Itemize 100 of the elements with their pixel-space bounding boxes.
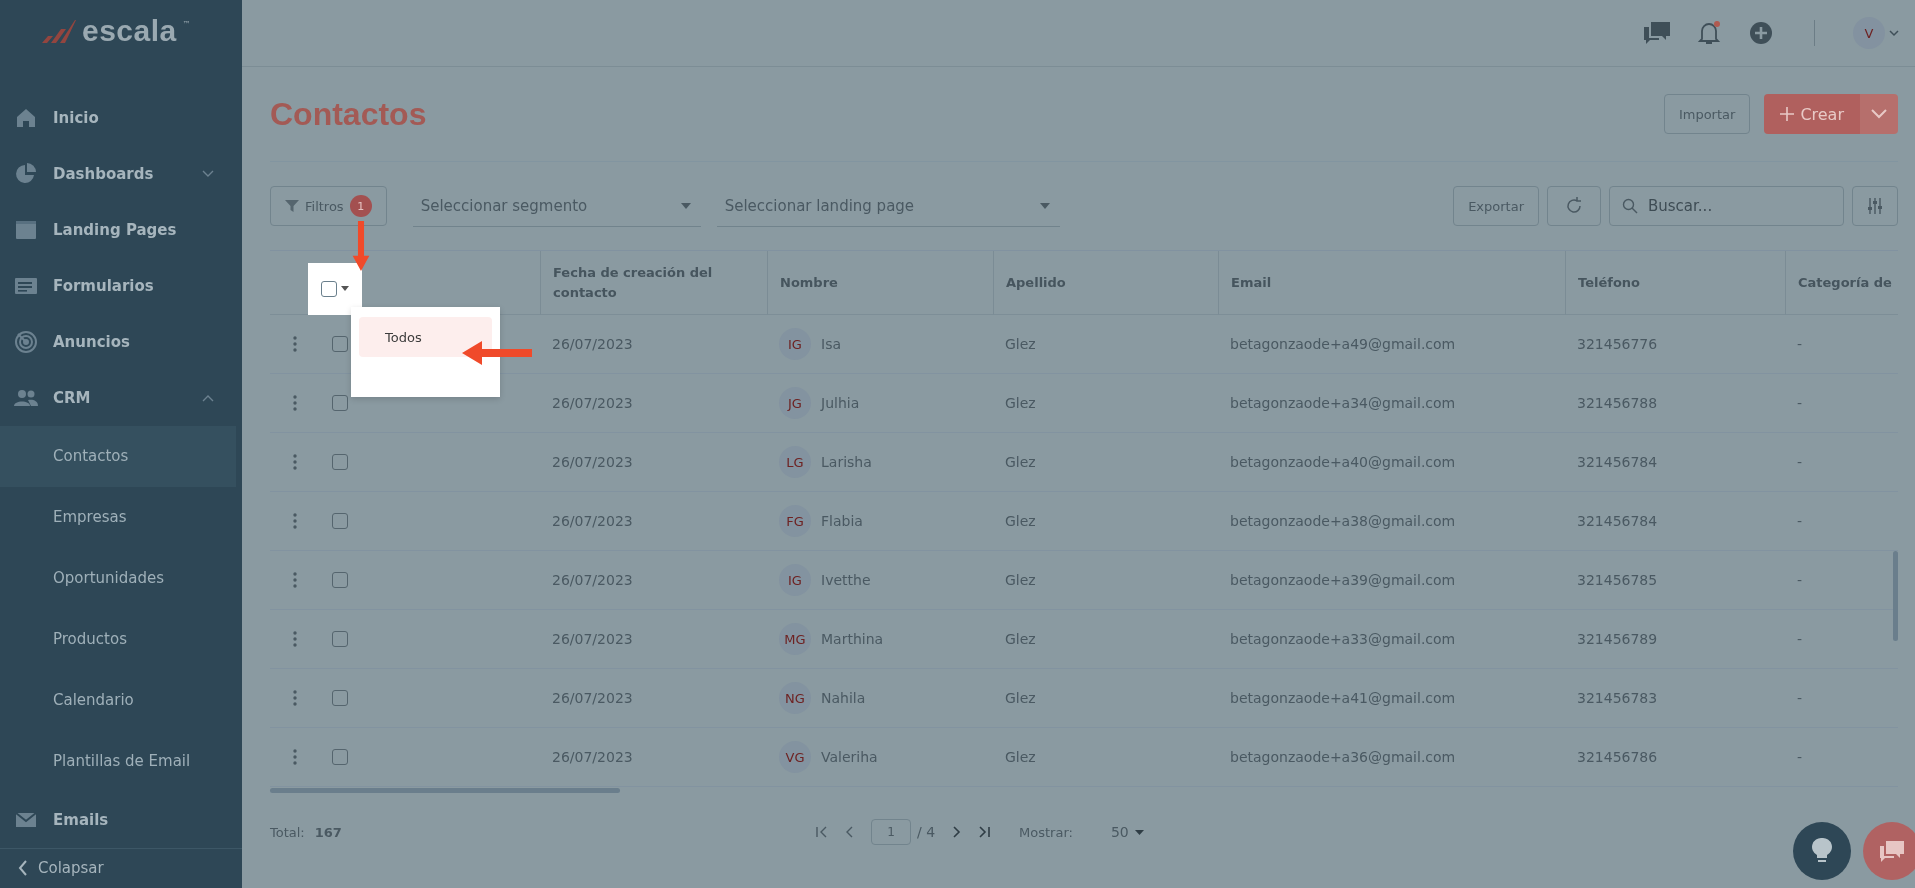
category-cell: - <box>1785 728 1898 787</box>
row-checkbox[interactable] <box>332 749 348 765</box>
search-icon <box>1622 198 1638 214</box>
initials-avatar: IG <box>779 328 811 360</box>
initials-avatar: MG <box>779 623 811 655</box>
email-cell: betagonzaode+a36@gmail.com <box>1218 728 1565 787</box>
column-header[interactable]: Categoría de <box>1785 251 1898 315</box>
export-button[interactable]: Exportar <box>1453 186 1539 226</box>
date-cell: 26/07/2023 <box>540 315 767 374</box>
column-header[interactable]: Email <box>1218 251 1565 315</box>
sidebar-subitem[interactable]: Calendario <box>0 669 236 731</box>
page-size-select[interactable]: 50 <box>1110 824 1144 840</box>
category-cell: - <box>1785 669 1898 728</box>
row-checkbox[interactable] <box>332 454 348 470</box>
horizontal-scrollbar[interactable] <box>270 788 620 793</box>
import-button[interactable]: Importar <box>1663 94 1751 134</box>
caret-icon[interactable] <box>1889 29 1899 37</box>
filter-button[interactable]: Filtros 1 <box>270 186 387 226</box>
sidebar-item[interactable]: CRM <box>0 369 242 426</box>
row-checkbox[interactable] <box>332 690 348 706</box>
date-cell: 26/07/2023 <box>540 669 767 728</box>
refresh-button[interactable] <box>1547 186 1601 226</box>
sidebar-subitem[interactable]: Plantillas de Email <box>0 730 236 792</box>
row-checkbox[interactable] <box>332 513 348 529</box>
search-field[interactable]: Buscar... <box>1609 186 1844 226</box>
tips-button[interactable] <box>1793 822 1851 880</box>
date-cell: 26/07/2023 <box>540 492 767 551</box>
create-dropdown-button[interactable] <box>1860 94 1898 134</box>
landing-page-select[interactable]: Seleccionar landing page <box>716 185 1060 227</box>
sidebar-item[interactable]: Formularios <box>0 257 242 314</box>
row-checkbox[interactable] <box>332 572 348 588</box>
name-text: Flabia <box>821 513 863 529</box>
chevron-icon[interactable] <box>202 393 214 402</box>
down-arrow <box>350 221 372 271</box>
sidebar-item[interactable]: Landing Pages <box>0 201 242 258</box>
more-options-icon[interactable] <box>293 572 297 588</box>
row-checkbox[interactable] <box>332 336 348 352</box>
column-header[interactable]: Fecha de creación del contacto <box>540 251 767 315</box>
surname-cell: Glez <box>993 669 1218 728</box>
last-page-icon[interactable] <box>977 825 992 839</box>
row-checkbox[interactable] <box>332 631 348 647</box>
sidebar-item[interactable]: Emails <box>0 791 242 848</box>
chat-button[interactable] <box>1863 822 1915 880</box>
email-cell: betagonzaode+a38@gmail.com <box>1218 492 1565 551</box>
caret-icon <box>1134 829 1144 835</box>
filter-count-badge: 1 <box>349 195 372 217</box>
sidebar-subitem[interactable]: Oportunidades <box>0 547 236 609</box>
logo-text: escala <box>82 13 177 48</box>
sidebar-item[interactable]: Anuncios <box>0 313 242 370</box>
create-button[interactable]: Crear <box>1764 94 1860 134</box>
surname-cell: Glez <box>993 551 1218 610</box>
email-cell: betagonzaode+a41@gmail.com <box>1218 669 1565 728</box>
name-text: Julhia <box>821 395 860 411</box>
email-cell: betagonzaode+a33@gmail.com <box>1218 610 1565 669</box>
initials-avatar: LG <box>779 446 811 478</box>
email-cell: betagonzaode+a34@gmail.com <box>1218 374 1565 433</box>
first-page-icon[interactable] <box>815 825 829 839</box>
name-text: Marthina <box>821 631 884 647</box>
total-label: Total: <box>270 824 305 840</box>
more-options-icon[interactable] <box>293 336 297 352</box>
caret-icon <box>680 202 691 209</box>
name-text: Valeriha <box>821 749 878 765</box>
sidebar-subitem[interactable]: Contactos <box>0 425 236 487</box>
name-text: Larisha <box>821 454 872 470</box>
phone-cell: 321456776 <box>1565 315 1785 374</box>
sidebar-subitem[interactable]: Empresas <box>0 486 236 548</box>
phone-cell: 321456784 <box>1565 492 1785 551</box>
column-header[interactable]: Apellido <box>993 251 1218 315</box>
menu-item[interactable]: Todos <box>359 317 492 357</box>
phone-cell: 321456786 <box>1565 728 1785 787</box>
vertical-scrollbar[interactable] <box>1893 551 1898 641</box>
surname-cell: Glez <box>993 728 1218 787</box>
sidebar-subitem[interactable]: Productos <box>0 608 236 670</box>
surname-cell: Glez <box>993 610 1218 669</box>
row-checkbox[interactable] <box>332 395 348 411</box>
lightbulb-icon <box>1811 837 1833 865</box>
more-options-icon[interactable] <box>293 513 297 529</box>
more-options-icon[interactable] <box>293 749 297 765</box>
sidebar-item[interactable]: Dashboards <box>0 145 242 202</box>
column-header[interactable]: Teléfono <box>1565 251 1785 315</box>
show-label: Mostrar: <box>1019 824 1073 840</box>
column-settings-button[interactable] <box>1852 186 1898 226</box>
more-options-icon[interactable] <box>293 690 297 706</box>
more-options-icon[interactable] <box>293 454 297 470</box>
select-all-checkbox[interactable] <box>321 280 337 297</box>
pie-icon <box>13 161 39 186</box>
segment-select[interactable]: Seleccionar segmento <box>412 185 701 227</box>
page-input[interactable]: 1 <box>871 819 911 845</box>
user-avatar[interactable]: V <box>1853 17 1885 49</box>
caret-icon[interactable] <box>341 286 349 291</box>
category-cell: - <box>1785 433 1898 492</box>
refresh-icon <box>1564 196 1584 216</box>
more-options-icon[interactable] <box>293 631 297 647</box>
phone-cell: 321456785 <box>1565 551 1785 610</box>
category-cell: - <box>1785 315 1898 374</box>
column-header[interactable]: Nombre <box>767 251 993 315</box>
sidebar-item[interactable]: Inicio <box>0 89 242 146</box>
chevron-icon[interactable] <box>202 169 214 178</box>
more-options-icon[interactable] <box>293 395 297 411</box>
chevron-left-icon <box>18 860 28 877</box>
